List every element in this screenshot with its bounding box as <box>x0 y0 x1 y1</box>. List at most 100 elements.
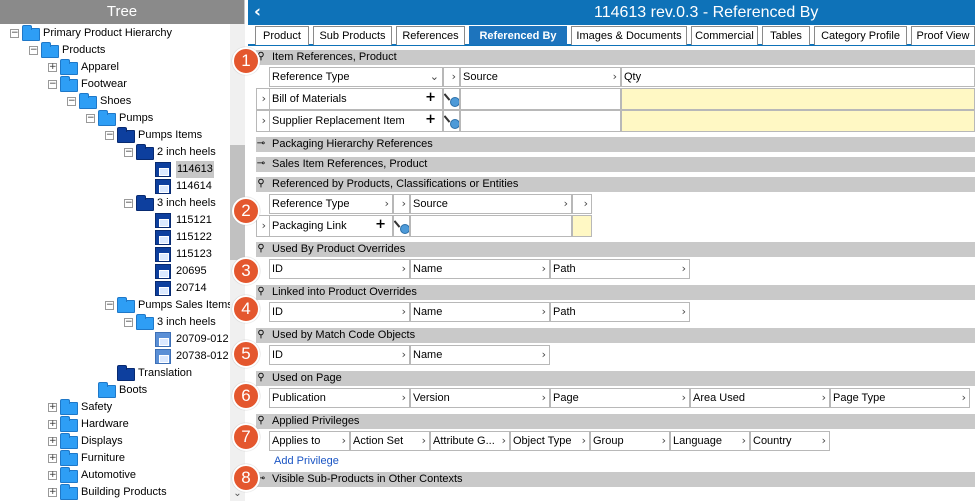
tree-item[interactable]: − 3 inch heels <box>0 314 230 331</box>
collapse-icon[interactable]: − <box>105 131 114 140</box>
row-packaging-link[interactable]: Packaging Link + <box>269 215 393 237</box>
column-path[interactable]: Path › <box>550 302 690 322</box>
tree-item[interactable]: 115121 <box>0 212 230 229</box>
tree-item[interactable]: 114614 <box>0 178 230 195</box>
collapse-key-icon[interactable]: ⊸ <box>256 158 266 170</box>
tree-item[interactable]: − Footwear <box>0 76 230 93</box>
expand-icon[interactable]: + <box>48 437 57 446</box>
column-path[interactable]: Path › <box>550 259 690 279</box>
tree-item[interactable]: 115123 <box>0 246 230 263</box>
collapse-icon[interactable]: − <box>29 46 38 55</box>
row-bill-of-materials[interactable]: Bill of Materials + <box>269 88 443 110</box>
tree-item[interactable]: Boots <box>0 382 230 399</box>
tab-referenced-by[interactable]: Referenced By <box>469 26 567 45</box>
section-used-by-product-overrides[interactable]: ⚲ Used By Product Overrides <box>256 242 975 257</box>
pin-icon[interactable]: ⚲ <box>256 243 266 255</box>
tab-tables[interactable]: Tables <box>762 26 810 45</box>
section-referenced-by-products[interactable]: ⚲ Referenced by Products, Classification… <box>256 177 975 192</box>
pin-icon[interactable]: ⚲ <box>256 329 266 341</box>
column-name[interactable]: Name › <box>410 302 550 322</box>
section-applied-privileges[interactable]: ⚲ Applied Privileges <box>256 414 975 429</box>
expand-icon[interactable]: + <box>48 63 57 72</box>
expand-icon[interactable]: + <box>48 420 57 429</box>
column-area-used[interactable]: Area Used › <box>690 388 830 408</box>
qty-cell[interactable] <box>572 215 592 237</box>
column-country[interactable]: Country › <box>750 431 830 451</box>
section-packaging-hierarchy[interactable]: ⊸ Packaging Hierarchy References <box>256 137 975 152</box>
collapse-icon[interactable]: − <box>10 29 19 38</box>
row-expander[interactable]: › <box>256 88 270 110</box>
collapse-icon[interactable]: − <box>48 80 57 89</box>
tab-sub-products[interactable]: Sub Products <box>313 26 392 45</box>
tab-category-profile[interactable]: Category Profile <box>814 26 907 45</box>
tree-item[interactable]: 20714 <box>0 280 230 297</box>
expand-icon[interactable]: + <box>48 403 57 412</box>
column-id[interactable]: ID › <box>269 302 410 322</box>
reference-link-icon[interactable] <box>445 92 459 107</box>
tree-item[interactable]: − 2 inch heels <box>0 144 230 161</box>
collapse-icon[interactable]: − <box>124 148 133 157</box>
tab-references[interactable]: References <box>396 26 465 45</box>
reference-icon-cell[interactable] <box>443 88 460 110</box>
column-expander[interactable]: › <box>393 194 410 214</box>
column-attribute-group[interactable]: Attribute G... › <box>430 431 510 451</box>
column-page[interactable]: Page › <box>550 388 690 408</box>
collapse-icon[interactable]: − <box>124 318 133 327</box>
tree-item[interactable]: + Displays <box>0 433 230 450</box>
column-object-type[interactable]: Object Type › <box>510 431 590 451</box>
section-linked-into-product-overrides[interactable]: ⚲ Linked into Product Overrides <box>256 285 975 300</box>
tree-item[interactable]: − Pumps Items <box>0 127 230 144</box>
section-sales-item-references[interactable]: ⊸ Sales Item References, Product <box>256 157 975 172</box>
tree-item[interactable]: − Pumps <box>0 110 230 127</box>
section-used-on-page[interactable]: ⚲ Used on Page <box>256 371 975 386</box>
pin-icon[interactable]: ⚲ <box>256 372 266 384</box>
column-language[interactable]: Language › <box>670 431 750 451</box>
tree-item[interactable]: 20738-012 <box>0 348 230 365</box>
tree-item[interactable]: − Products <box>0 42 230 59</box>
tree-item[interactable]: + Automotive <box>0 467 230 484</box>
tree-item[interactable]: + Apparel <box>0 59 230 76</box>
source-cell[interactable] <box>460 110 621 132</box>
add-icon[interactable]: + <box>375 216 386 235</box>
section-visible-sub-products[interactable]: ⊸ Visible Sub-Products in Other Contexts <box>256 472 975 487</box>
column-version[interactable]: Version › <box>410 388 550 408</box>
section-item-references[interactable]: ⚲ Item References, Product <box>256 50 975 65</box>
column-source[interactable]: Source › <box>410 194 572 214</box>
expand-icon[interactable]: + <box>48 471 57 480</box>
section-used-by-match-code-objects[interactable]: ⚲ Used by Match Code Objects <box>256 328 975 343</box>
column-action-set[interactable]: Action Set › <box>350 431 430 451</box>
tree-item[interactable]: − Shoes <box>0 93 230 110</box>
collapse-icon[interactable]: − <box>67 97 76 106</box>
chevron-left-icon[interactable]: ‹ <box>254 2 261 22</box>
tree-item[interactable]: − Pumps Sales Items <box>0 297 230 314</box>
tree-item[interactable]: − Primary Product Hierarchy <box>0 25 230 42</box>
collapse-key-icon[interactable]: ⊸ <box>256 138 266 150</box>
collapse-icon[interactable]: − <box>124 199 133 208</box>
qty-cell[interactable] <box>621 110 975 132</box>
source-cell[interactable] <box>410 215 572 237</box>
column-qty[interactable]: Qty <box>621 67 975 87</box>
tree-item[interactable]: Translation <box>0 365 230 382</box>
reference-link-icon[interactable] <box>395 219 409 234</box>
expand-icon[interactable]: + <box>48 454 57 463</box>
column-reference-type[interactable]: Reference Type ⌄ <box>269 67 443 87</box>
column-group[interactable]: Group › <box>590 431 670 451</box>
pin-icon[interactable]: ⚲ <box>256 415 266 427</box>
column-name[interactable]: Name › <box>410 259 550 279</box>
reference-icon-cell[interactable] <box>393 215 410 237</box>
pin-icon[interactable]: ⚲ <box>256 178 266 190</box>
add-icon[interactable]: + <box>425 111 436 130</box>
column-applies-to[interactable]: Applies to › <box>269 431 350 451</box>
tree-item[interactable]: 20695 <box>0 263 230 280</box>
tree-item[interactable]: + Building Products <box>0 484 230 501</box>
tree-item[interactable]: + Hardware <box>0 416 230 433</box>
tree-item[interactable]: + Furniture <box>0 450 230 467</box>
tree-item[interactable]: + Safety <box>0 399 230 416</box>
tree-item[interactable]: − 3 inch heels <box>0 195 230 212</box>
reference-link-icon[interactable] <box>445 114 459 129</box>
add-privilege-link[interactable]: Add Privilege <box>274 455 339 467</box>
collapse-icon[interactable]: − <box>105 301 114 310</box>
tab-product[interactable]: Product <box>255 26 309 45</box>
collapse-icon[interactable]: − <box>86 114 95 123</box>
row-expander[interactable]: › <box>256 215 270 237</box>
